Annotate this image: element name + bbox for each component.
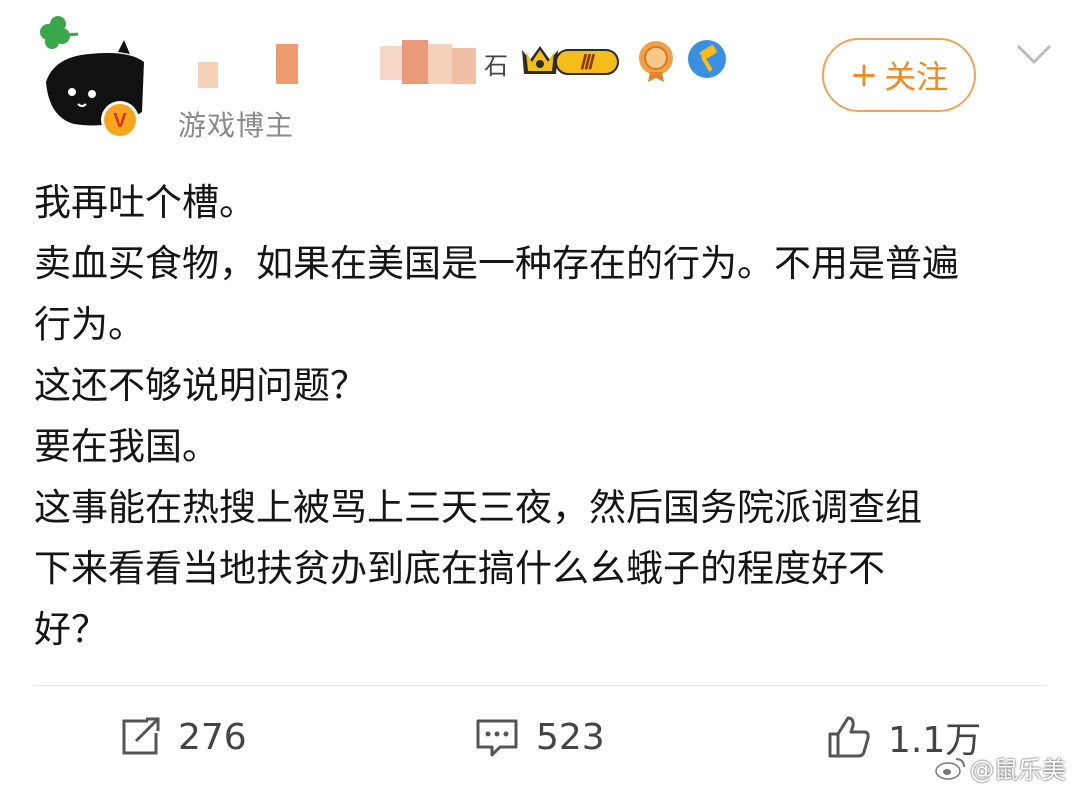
post-line: 好？ — [34, 608, 108, 651]
like-icon — [828, 716, 870, 758]
chevron-down-icon[interactable] — [1012, 40, 1056, 70]
username-tail: 石 — [484, 52, 508, 80]
follow-label: 关注 — [884, 58, 949, 96]
comment-icon — [476, 719, 518, 757]
post-line: 行为。 — [34, 303, 145, 346]
watermark: @鼠乐美 — [934, 750, 1066, 785]
svg-text:V: V — [113, 110, 127, 132]
user-role: 游戏博主 — [178, 109, 295, 142]
comment-count: 523 — [536, 716, 605, 758]
medal-icon[interactable] — [636, 38, 676, 82]
divider — [34, 685, 1046, 686]
hammer-badge-icon[interactable] — [686, 38, 728, 80]
post-line: 这事能在热搜上被骂上三天三夜，然后国务院派调查组 — [34, 486, 922, 529]
crown-icon — [522, 46, 558, 74]
plus-icon: + — [849, 55, 879, 95]
post-line: 卖血买食物，如果在美国是一种存在的行为。不用是普遍 — [34, 242, 959, 285]
post-line: 下来看看当地扶贫办到底在搞什么幺蛾子的程度好不 — [34, 547, 885, 590]
weibo-logo-icon — [935, 757, 965, 780]
repost-button[interactable]: 276 — [118, 708, 247, 766]
post-line: 要在我国。 — [34, 425, 219, 468]
post-line: 我再吐个槽。 — [34, 181, 256, 224]
repost-icon — [122, 717, 160, 755]
level-badge-icon[interactable]: Ⅲ — [518, 40, 624, 80]
comment-button[interactable]: 523 — [474, 708, 605, 766]
repost-count: 276 — [178, 716, 247, 758]
watermark-text: @鼠乐美 — [970, 756, 1066, 784]
svg-text:Ⅲ: Ⅲ — [579, 52, 595, 74]
follow-button[interactable]: + 关注 — [822, 38, 976, 112]
verified-icon: V — [100, 100, 140, 140]
username-redacted[interactable]: 石 — [190, 40, 520, 88]
clover-icon — [40, 16, 79, 49]
post-line: 这还不够说明问题？ — [34, 364, 367, 407]
post-text: 我再吐个槽。 卖血买食物，如果在美国是一种存在的行为。不用是普遍 行为。 这还不… — [34, 172, 1044, 660]
